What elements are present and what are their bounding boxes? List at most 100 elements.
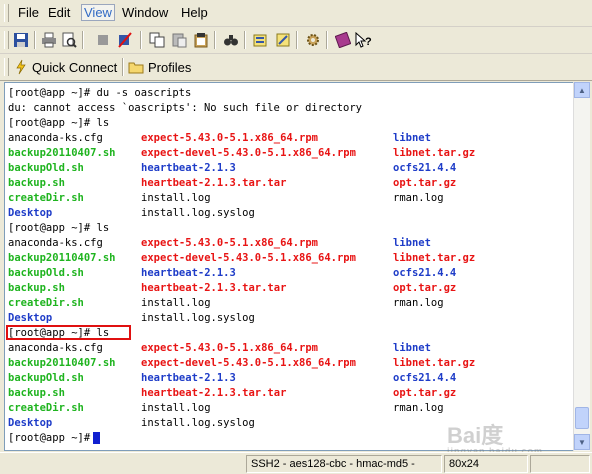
listing-entry: backup.sh xyxy=(8,177,65,189)
profiles-button[interactable]: Profiles xyxy=(128,57,191,77)
listing-entry: backupOld.sh xyxy=(8,162,84,174)
listing-entry: backup20110407.sh xyxy=(8,147,116,159)
listing-entry: backupOld.sh xyxy=(8,372,84,384)
listing-entry: libnet.tar.gz xyxy=(393,357,476,369)
help-book-icon[interactable] xyxy=(334,31,352,49)
listing-entry: backup.sh xyxy=(8,282,65,294)
log-session-icon[interactable] xyxy=(252,31,270,49)
listing-entry: expect-5.43.0-5.1.x86_64.rpm xyxy=(141,132,319,144)
find-icon[interactable] xyxy=(222,31,240,49)
listing-entry: heartbeat-2.1.3 xyxy=(141,267,236,279)
listing-column: libnet libnet.tar.gz ocfs21.4.4 opt.tar.gz r… xyxy=(393,236,475,326)
context-help-icon[interactable]: ? xyxy=(354,31,372,49)
listing-entry: libnet.tar.gz xyxy=(393,147,476,159)
scroll-thumb[interactable] xyxy=(575,407,589,429)
listing-entry: createDir.sh xyxy=(8,297,84,309)
menu-edit[interactable]: Edit xyxy=(46,5,72,20)
quickbar-grip[interactable] xyxy=(4,58,9,76)
clipboard-icon[interactable] xyxy=(192,31,210,49)
listing-entry: install.log xyxy=(141,402,211,414)
profiles-label: Profiles xyxy=(148,59,192,75)
print-preview-icon[interactable] xyxy=(60,31,78,49)
scroll-down-arrow-icon[interactable]: ▼ xyxy=(574,434,590,450)
listing-entry: backup20110407.sh xyxy=(8,252,116,264)
listing-entry: createDir.sh xyxy=(8,402,84,414)
listing-column: libnet libnet.tar.gz ocfs21.4.4 opt.tar.gz r… xyxy=(393,131,475,221)
listing-entry: heartbeat-2.1.3.tar.tar xyxy=(141,177,287,189)
status-bar: SSH2 - aes128-cbc - hmac-md5 - 80x24 xyxy=(0,452,592,474)
text-cursor xyxy=(93,432,101,444)
listing-entry: expect-5.43.0-5.1.x86_64.rpm xyxy=(141,342,319,354)
listing-entry: rman.log xyxy=(393,402,444,414)
listing-entry: heartbeat-2.1.3.tar.tar xyxy=(141,282,287,294)
listing-entry: install.log.syslog xyxy=(141,207,255,219)
listing-entry: anaconda-ks.cfg xyxy=(8,132,103,144)
listing-entry: anaconda-ks.cfg xyxy=(8,237,103,249)
vertical-scrollbar[interactable]: ▲ ▼ xyxy=(573,82,590,451)
listing-column: anaconda-ks.cfg backup20110407.sh backupOl… xyxy=(8,341,115,431)
listing-entry: opt.tar.gz xyxy=(393,282,457,294)
menu-help[interactable]: Help xyxy=(179,5,210,20)
terminal-line: [root@app ~]# du -s oascripts xyxy=(8,87,192,99)
listing-entry: anaconda-ks.cfg xyxy=(8,342,103,354)
listing-entry: expect-devel-5.43.0-5.1.x86_64.rpm xyxy=(141,252,356,264)
listing-entry xyxy=(393,311,475,326)
listing-entry: libnet xyxy=(393,237,431,249)
toolbar-grip[interactable] xyxy=(4,31,9,49)
listing-entry: opt.tar.gz xyxy=(393,177,457,189)
listing-entry: expect-5.43.0-5.1.x86_64.rpm xyxy=(141,237,319,249)
listing-entry: heartbeat-2.1.3.tar.tar xyxy=(141,387,287,399)
scroll-up-arrow-icon[interactable]: ▲ xyxy=(574,82,590,98)
listing-entry: ocfs21.4.4 xyxy=(393,162,457,174)
listing-entry: expect-devel-5.43.0-5.1.x86_64.rpm xyxy=(141,357,356,369)
listing-entry: createDir.sh xyxy=(8,192,84,204)
listing-entry: backupOld.sh xyxy=(8,267,84,279)
print-icon[interactable] xyxy=(40,31,58,49)
listing-entry: heartbeat-2.1.3 xyxy=(141,372,236,384)
ls-listing: anaconda-ks.cfg backup20110407.sh backupOl… xyxy=(5,236,565,326)
copy-icon[interactable] xyxy=(148,31,166,49)
menu-bar: File Edit View Window Help xyxy=(0,0,592,27)
menubar-grip[interactable] xyxy=(4,4,9,22)
quick-connect-button[interactable]: Quick Connect xyxy=(14,57,117,77)
baidu-watermark: Bai度 jingyan.baidu.com xyxy=(447,418,543,456)
menu-view[interactable]: View xyxy=(81,4,115,21)
paste-icon[interactable] xyxy=(170,31,188,49)
listing-column: anaconda-ks.cfg backup20110407.sh backupOl… xyxy=(8,131,115,221)
listing-entry: backup.sh xyxy=(8,387,65,399)
listing-entry: install.log xyxy=(141,297,211,309)
log-file-icon[interactable] xyxy=(274,31,292,49)
terminal-line: du: cannot access `oascripts': No such f… xyxy=(8,102,363,114)
listing-entry xyxy=(393,206,475,221)
menu-window[interactable]: Window xyxy=(120,5,170,20)
listing-entry: install.log xyxy=(141,192,211,204)
listing-column: expect-5.43.0-5.1.x86_64.rpm expect-devel… xyxy=(141,341,356,431)
listing-entry: heartbeat-2.1.3 xyxy=(141,162,236,174)
prompt-text: [root@app ~]# xyxy=(8,432,91,444)
listing-entry: Desktop xyxy=(8,312,53,324)
listing-entry: libnet.tar.gz xyxy=(393,252,476,264)
listing-entry: rman.log xyxy=(393,192,444,204)
terminal[interactable]: [root@app ~]# du -s oascripts du: cannot… xyxy=(4,82,574,451)
listing-column: expect-5.43.0-5.1.x86_64.rpm expect-devel… xyxy=(141,131,356,221)
disconnect-icon[interactable] xyxy=(116,31,134,49)
listing-entry: ocfs21.4.4 xyxy=(393,267,457,279)
save-icon[interactable] xyxy=(12,31,30,49)
listing-entry: Desktop xyxy=(8,207,53,219)
listing-entry: backup20110407.sh xyxy=(8,357,116,369)
folder-icon xyxy=(128,62,144,74)
listing-column: expect-5.43.0-5.1.x86_64.rpm expect-devel… xyxy=(141,236,356,326)
settings-gear-icon[interactable] xyxy=(304,31,322,49)
command-prompt: [root@app ~]# xyxy=(8,431,101,446)
listing-entry: rman.log xyxy=(393,297,444,309)
toolbar: ? xyxy=(0,27,592,54)
terminal-line: [root@app ~]# ls xyxy=(8,117,110,129)
status-cipher: SSH2 - aes128-cbc - hmac-md5 - xyxy=(246,455,442,473)
lightning-icon xyxy=(16,59,26,75)
status-terminal-size: 80x24 xyxy=(444,455,528,473)
menu-file[interactable]: File xyxy=(16,5,41,20)
listing-entry: Desktop xyxy=(8,417,53,429)
connect-icon[interactable] xyxy=(94,31,112,49)
listing-entry: ocfs21.4.4 xyxy=(393,372,457,384)
svg-text:?: ? xyxy=(365,36,372,48)
